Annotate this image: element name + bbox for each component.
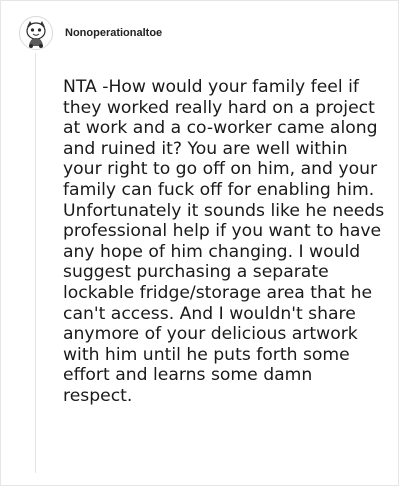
comment-header: Nonoperationaltoe <box>19 13 162 53</box>
comment-author[interactable]: Nonoperationaltoe <box>65 27 162 39</box>
thread-collapse-line[interactable] <box>35 53 36 473</box>
user-avatar[interactable] <box>19 16 53 50</box>
comment-body: NTA -How would your family feel if they … <box>63 77 385 406</box>
cartoon-character-avatar-icon <box>21 18 51 48</box>
comment-card: Nonoperationaltoe NTA -How would your fa… <box>0 0 399 486</box>
